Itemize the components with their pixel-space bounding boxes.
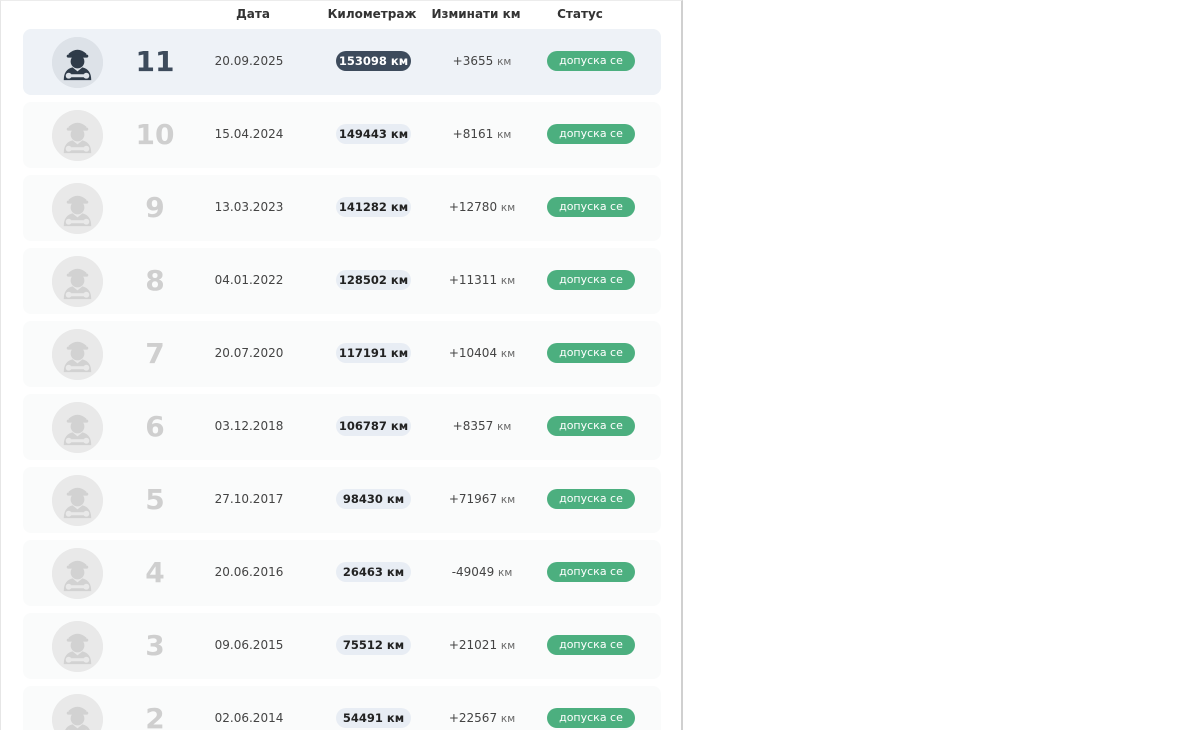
table-row[interactable]: 11 20.09.2025 153098 км +3655 км допуска се (23, 29, 661, 95)
status-badge: допуска се (547, 51, 635, 71)
table-header: Дата Километраж Изминати км Статус (1, 7, 681, 25)
mileage-badge: 26463 км (336, 562, 411, 582)
inspection-number: 11 (135, 45, 175, 78)
mileage-badge: 98430 км (336, 489, 411, 509)
inspection-date: 20.06.2016 (214, 565, 284, 579)
distance-value: -49049 (451, 565, 499, 579)
status-badge: допуска се (547, 343, 635, 363)
mechanic-avatar-icon (52, 548, 103, 599)
distance-driven: +11311 км (436, 273, 528, 287)
mechanic-avatar-icon (52, 621, 103, 672)
mileage-badge: 128502 км (336, 270, 411, 290)
distance-unit: км (497, 129, 512, 141)
inspection-number: 7 (145, 337, 165, 370)
distance-unit: км (500, 713, 516, 725)
mechanic-avatar-icon (52, 329, 103, 380)
inspection-number: 4 (145, 556, 165, 589)
inspection-history-panel: Дата Километраж Изминати км Статус 11 20.… (0, 0, 683, 730)
distance-value: +12780 (448, 200, 501, 214)
inspection-date: 04.01.2022 (214, 273, 284, 287)
mechanic-avatar-icon (52, 256, 103, 307)
status-badge: допуска се (547, 635, 635, 655)
distance-driven: +22567 км (436, 711, 528, 725)
mileage-badge: 75512 км (336, 635, 411, 655)
mechanic-avatar-icon (52, 402, 103, 453)
inspection-date: 15.04.2024 (214, 127, 284, 141)
distance-driven: -49049 км (436, 565, 528, 579)
inspection-date: 13.03.2023 (214, 200, 284, 214)
table-row[interactable]: 10 15.04.2024 149443 км +8161 км допуска се (23, 102, 661, 168)
distance-unit: км (497, 421, 512, 433)
table-row[interactable]: 5 27.10.2017 98430 км +71967 км допуска се (23, 467, 661, 533)
distance-value: +8357 (452, 419, 498, 433)
inspection-number: 2 (145, 702, 165, 730)
inspection-number: 3 (145, 629, 165, 662)
mileage-badge: 106787 км (336, 416, 411, 436)
mileage-badge: 117191 км (336, 343, 411, 363)
header-status: Статус (557, 7, 603, 21)
distance-driven: +21021 км (436, 638, 528, 652)
header-distance: Изминати км (431, 7, 521, 21)
table-row[interactable]: 7 20.07.2020 117191 км +10404 км допуска се (23, 321, 661, 387)
inspection-date: 09.06.2015 (214, 638, 284, 652)
inspection-number: 9 (145, 191, 165, 224)
distance-value: +71967 (448, 492, 501, 506)
status-badge: допуска се (547, 708, 635, 728)
distance-driven: +3655 км (436, 54, 528, 68)
status-badge: допуска се (547, 562, 635, 582)
inspection-number: 10 (135, 118, 175, 151)
mileage-badge: 54491 км (336, 708, 411, 728)
inspection-date: 02.06.2014 (214, 711, 284, 725)
table-row[interactable]: 8 04.01.2022 128502 км +11311 км допуска се (23, 248, 661, 314)
distance-unit: км (497, 56, 512, 68)
header-mileage: Километраж (327, 7, 417, 21)
mechanic-avatar-icon (52, 37, 103, 88)
distance-unit: км (500, 640, 516, 652)
distance-value: +8161 (452, 127, 498, 141)
table-row[interactable]: 3 09.06.2015 75512 км +21021 км допуска се (23, 613, 661, 679)
table-row[interactable]: 9 13.03.2023 141282 км +12780 км допуска се (23, 175, 661, 241)
distance-driven: +8161 км (436, 127, 528, 141)
distance-value: +21021 (448, 638, 501, 652)
inspection-number: 5 (145, 483, 165, 516)
table-row[interactable]: 4 20.06.2016 26463 км -49049 км допуска се (23, 540, 661, 606)
mileage-badge: 141282 км (336, 197, 411, 217)
status-badge: допуска се (547, 197, 635, 217)
inspection-date: 20.09.2025 (214, 54, 284, 68)
distance-value: +11311 (448, 273, 501, 287)
distance-driven: +12780 км (436, 200, 528, 214)
distance-unit: км (500, 202, 516, 214)
status-badge: допуска се (547, 270, 635, 290)
distance-value: +3655 (452, 54, 498, 68)
distance-driven: +71967 км (436, 492, 528, 506)
distance-driven: +10404 км (436, 346, 528, 360)
distance-unit: км (498, 567, 513, 579)
status-badge: допуска се (547, 416, 635, 436)
table-row[interactable]: 2 02.06.2014 54491 км +22567 км допуска се (23, 686, 661, 730)
distance-value: +22567 (448, 711, 501, 725)
inspection-date: 20.07.2020 (214, 346, 284, 360)
inspection-number: 6 (145, 410, 165, 443)
distance-unit: км (500, 275, 516, 287)
inspection-date: 03.12.2018 (214, 419, 284, 433)
distance-driven: +8357 км (436, 419, 528, 433)
distance-unit: км (500, 494, 516, 506)
status-badge: допуска се (547, 489, 635, 509)
inspection-date: 27.10.2017 (214, 492, 284, 506)
header-date: Дата (236, 7, 270, 21)
inspection-number: 8 (145, 264, 165, 297)
distance-unit: км (500, 348, 516, 360)
mileage-badge: 149443 км (336, 124, 411, 144)
table-row[interactable]: 6 03.12.2018 106787 км +8357 км допуска се (23, 394, 661, 460)
mechanic-avatar-icon (52, 110, 103, 161)
mechanic-avatar-icon (52, 183, 103, 234)
status-badge: допуска се (547, 124, 635, 144)
distance-value: +10404 (448, 346, 501, 360)
mileage-badge: 153098 км (336, 51, 411, 71)
mechanic-avatar-icon (52, 694, 103, 730)
mechanic-avatar-icon (52, 475, 103, 526)
